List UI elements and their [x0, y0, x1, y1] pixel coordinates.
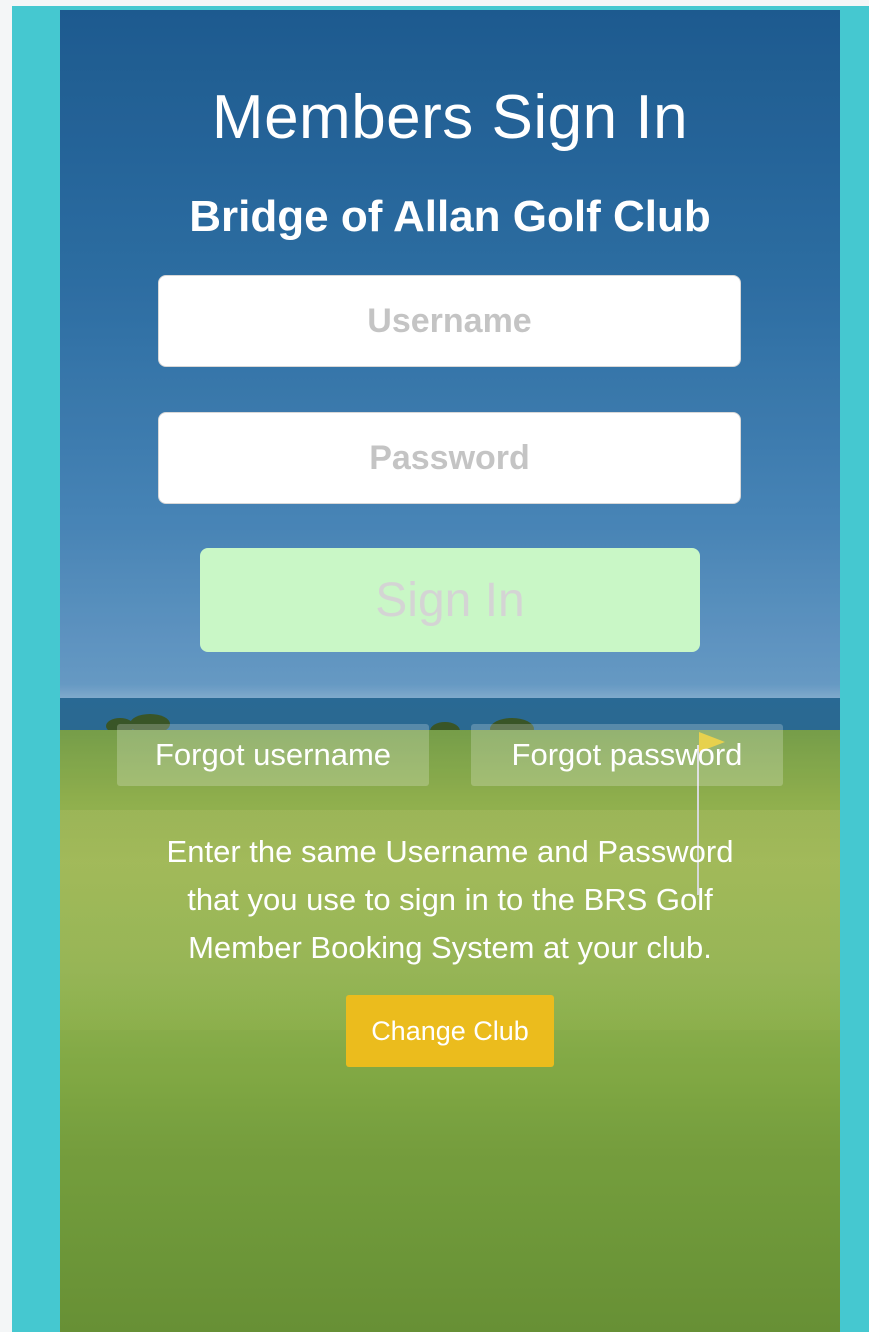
- sign-in-button[interactable]: Sign In: [200, 548, 700, 652]
- instructions-line: that you use to sign in to the BRS Golf: [187, 882, 713, 917]
- forgot-password-button[interactable]: Forgot password: [471, 724, 783, 786]
- forgot-username-button[interactable]: Forgot username: [117, 724, 429, 786]
- password-input[interactable]: [159, 412, 740, 504]
- password-field-container: [158, 412, 741, 504]
- username-field-container: [158, 275, 741, 367]
- instructions-line: Enter the same Username and Password: [166, 834, 734, 869]
- username-input[interactable]: [159, 275, 740, 367]
- page-frame: Members Sign In Bridge of Allan Golf Clu…: [0, 0, 869, 1332]
- change-club-button[interactable]: Change Club: [346, 995, 554, 1067]
- sign-in-instructions: Enter the same Username and Password tha…: [100, 828, 800, 972]
- club-name: Bridge of Allan Golf Club: [189, 192, 711, 241]
- page-title: Members Sign In: [211, 83, 689, 152]
- sign-in-screen: Members Sign In Bridge of Allan Golf Clu…: [60, 10, 840, 1332]
- instructions-line: Member Booking System at your club.: [188, 930, 712, 965]
